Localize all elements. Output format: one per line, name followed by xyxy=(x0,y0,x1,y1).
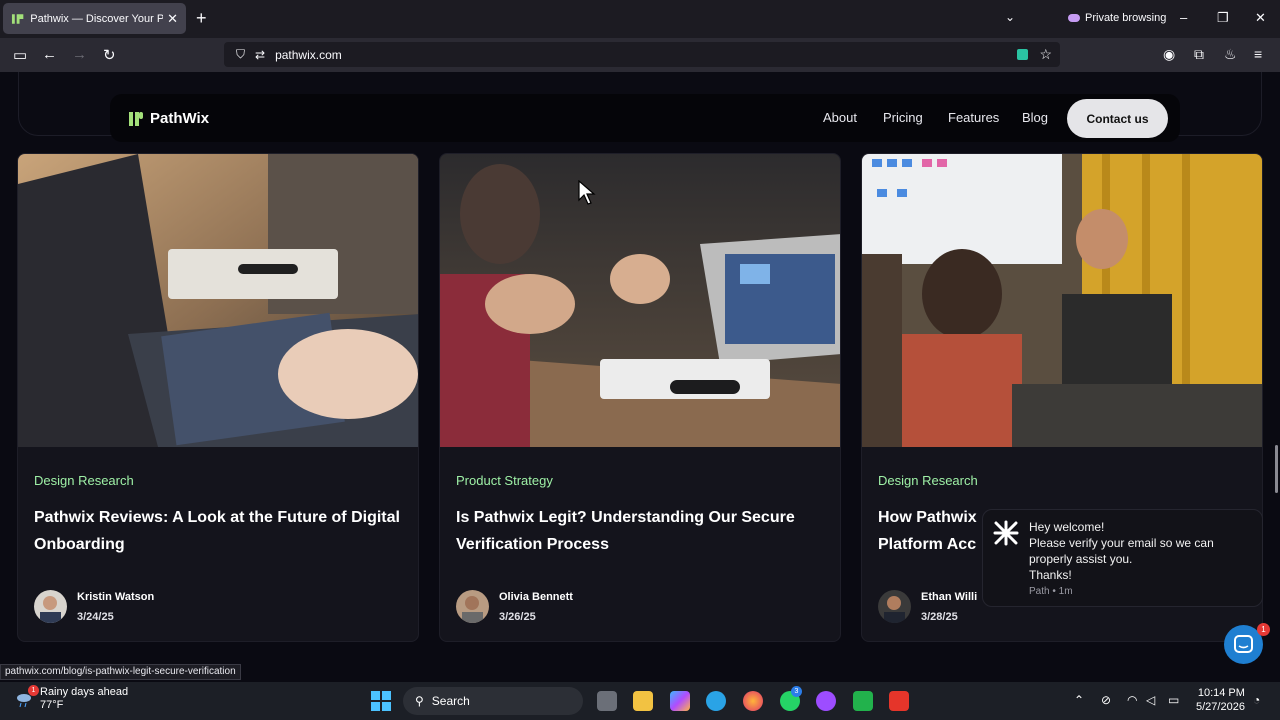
account-icon[interactable]: ◉ xyxy=(1163,46,1175,63)
post-date: 3/28/25 xyxy=(921,611,958,623)
tab-bar: Pathwix — Discover Your Path with ✕ + ⌄ … xyxy=(0,0,1280,38)
site-logo[interactable]: PathWix xyxy=(128,110,209,127)
private-browsing-indicator: Private browsing xyxy=(1068,12,1166,24)
card-image-laptop-typing xyxy=(18,154,418,447)
start-windows-icon[interactable] xyxy=(371,691,391,711)
copilot-icon[interactable] xyxy=(670,691,690,711)
card-category[interactable]: Design Research xyxy=(34,473,134,488)
whatsapp-badge: 3 xyxy=(791,686,802,697)
post-date: 3/24/25 xyxy=(77,611,114,623)
new-tab-button[interactable]: + xyxy=(196,8,207,29)
chat-welcome-popup[interactable]: Hey welcome! Please verify your email so… xyxy=(982,509,1263,607)
link-status-bar: pathwix.com/blog/is-pathwix-legit-secure… xyxy=(0,664,241,680)
clock-time: 10:14 PM xyxy=(1197,687,1245,699)
wifi-icon[interactable]: ◠ xyxy=(1127,693,1137,707)
nav-features[interactable]: Features xyxy=(948,110,999,125)
clock-date: 5/27/2026 xyxy=(1196,701,1245,713)
blog-card[interactable]: Design Research Pathwix Reviews: A Look … xyxy=(17,153,419,642)
page-scrollbar[interactable] xyxy=(1275,445,1278,493)
extension-icon[interactable] xyxy=(1017,49,1028,60)
back-button[interactable]: ← xyxy=(42,46,57,63)
chat-meta: Path • 1m xyxy=(1029,586,1073,597)
tray-chevron-icon[interactable]: ⌃ xyxy=(1074,693,1084,707)
author-avatar xyxy=(456,590,489,623)
logo-text: PathWix xyxy=(150,110,210,127)
author-name: Ethan Willi xyxy=(921,591,978,603)
shield-icon[interactable]: ⛉ xyxy=(236,47,245,62)
chat-message: Hey welcome! Please verify your email so… xyxy=(1029,519,1257,583)
path-logo-icon xyxy=(993,520,1019,546)
notification-center-icon[interactable]: ◔ xyxy=(1253,693,1260,707)
url-bar[interactable]: ⛉ ⇄ pathwix.com ☆ xyxy=(224,42,1060,67)
pathwix-favicon-icon xyxy=(11,13,24,24)
post-date: 3/26/25 xyxy=(499,611,536,623)
blog-card[interactable]: Product Strategy Is Pathwix Legit? Under… xyxy=(439,153,841,642)
weather-title: Rainy days ahead xyxy=(40,686,129,698)
private-mask-icon xyxy=(1068,14,1080,22)
firefox-view-icon[interactable]: ♨ xyxy=(1224,46,1237,63)
reload-button[interactable]: ↻ xyxy=(103,46,116,64)
volume-icon[interactable]: ◁ xyxy=(1146,693,1155,707)
card-image-meeting-laptop xyxy=(440,154,840,447)
firefox-icon[interactable] xyxy=(743,691,763,711)
weather-text: Rainy days ahead 77°F xyxy=(40,686,128,712)
telegram-icon[interactable] xyxy=(706,691,726,711)
nav-blog[interactable]: Blog xyxy=(1022,110,1048,125)
file-explorer-icon[interactable] xyxy=(633,691,653,711)
system-clock[interactable]: 10:14 PM 5/27/2026 xyxy=(1196,686,1245,714)
card-category[interactable]: Design Research xyxy=(878,473,978,488)
camtasia-icon[interactable] xyxy=(853,691,873,711)
chat-line-1: Hey welcome! xyxy=(1029,520,1105,534)
windows-taskbar: Rainy days ahead 77°F 1 ⚲ Search 3 ⌃ ⊘ ◠… xyxy=(0,682,1280,720)
search-icon: ⚲ xyxy=(415,694,424,708)
web-page: PathWix About Pricing Features Blog Cont… xyxy=(0,72,1280,682)
author-name: Olivia Bennett xyxy=(499,591,573,603)
chat-line-2: Please verify your email so we can prope… xyxy=(1029,536,1214,566)
weather-badge: 1 xyxy=(28,685,39,696)
private-firefox-icon[interactable] xyxy=(816,691,836,711)
battery-icon[interactable]: ▭ xyxy=(1168,693,1179,707)
card-title[interactable]: Is Pathwix Legit? Understanding Our Secu… xyxy=(456,504,826,558)
extensions-icon[interactable]: ⧉ xyxy=(1194,46,1204,63)
chat-unread-badge: 1 xyxy=(1257,623,1270,636)
nav-pricing[interactable]: Pricing xyxy=(883,110,923,125)
card-title[interactable]: Pathwix Reviews: A Look at the Future of… xyxy=(34,504,404,558)
restore-button[interactable]: ❐ xyxy=(1217,10,1229,26)
contact-us-button[interactable]: Contact us xyxy=(1067,99,1168,138)
author-avatar xyxy=(878,590,911,623)
recorder-icon[interactable] xyxy=(889,691,909,711)
private-label: Private browsing xyxy=(1085,12,1167,24)
author-name: Kristin Watson xyxy=(77,591,155,603)
card-category[interactable]: Product Strategy xyxy=(456,473,553,488)
forward-button[interactable]: → xyxy=(72,46,87,63)
taskbar-search[interactable]: ⚲ Search xyxy=(403,687,583,715)
tab-pathwix[interactable]: Pathwix — Discover Your Path with ✕ xyxy=(3,3,186,34)
task-view-icon[interactable] xyxy=(597,691,617,711)
search-label: Search xyxy=(431,694,470,708)
mouse-cursor-icon xyxy=(578,180,596,205)
tab-title: Pathwix — Discover Your Path with xyxy=(30,12,164,25)
minimize-button[interactable]: – xyxy=(1180,10,1187,25)
permissions-icon[interactable]: ⇄ xyxy=(255,48,265,62)
site-navbar xyxy=(110,94,1180,142)
author-avatar xyxy=(34,590,67,623)
notification-off-icon[interactable]: ⊘ xyxy=(1101,693,1111,707)
tab-list-chevron-icon[interactable]: ⌄ xyxy=(1005,10,1015,24)
close-tab-icon[interactable]: ✕ xyxy=(167,11,178,27)
bookmark-star-icon[interactable]: ☆ xyxy=(1039,46,1052,63)
card-image-team-meeting xyxy=(862,154,1262,447)
nav-about[interactable]: About xyxy=(823,110,857,125)
menu-icon[interactable]: ≡ xyxy=(1254,46,1262,62)
chat-line-3: Thanks! xyxy=(1029,568,1072,582)
weather-temp: 77°F xyxy=(40,699,64,711)
url-text[interactable]: pathwix.com xyxy=(275,48,342,62)
pathwix-logo-icon xyxy=(129,111,143,126)
sidebar-toggle-icon[interactable]: ▭ xyxy=(13,46,27,64)
close-window-button[interactable]: ✕ xyxy=(1255,10,1266,26)
